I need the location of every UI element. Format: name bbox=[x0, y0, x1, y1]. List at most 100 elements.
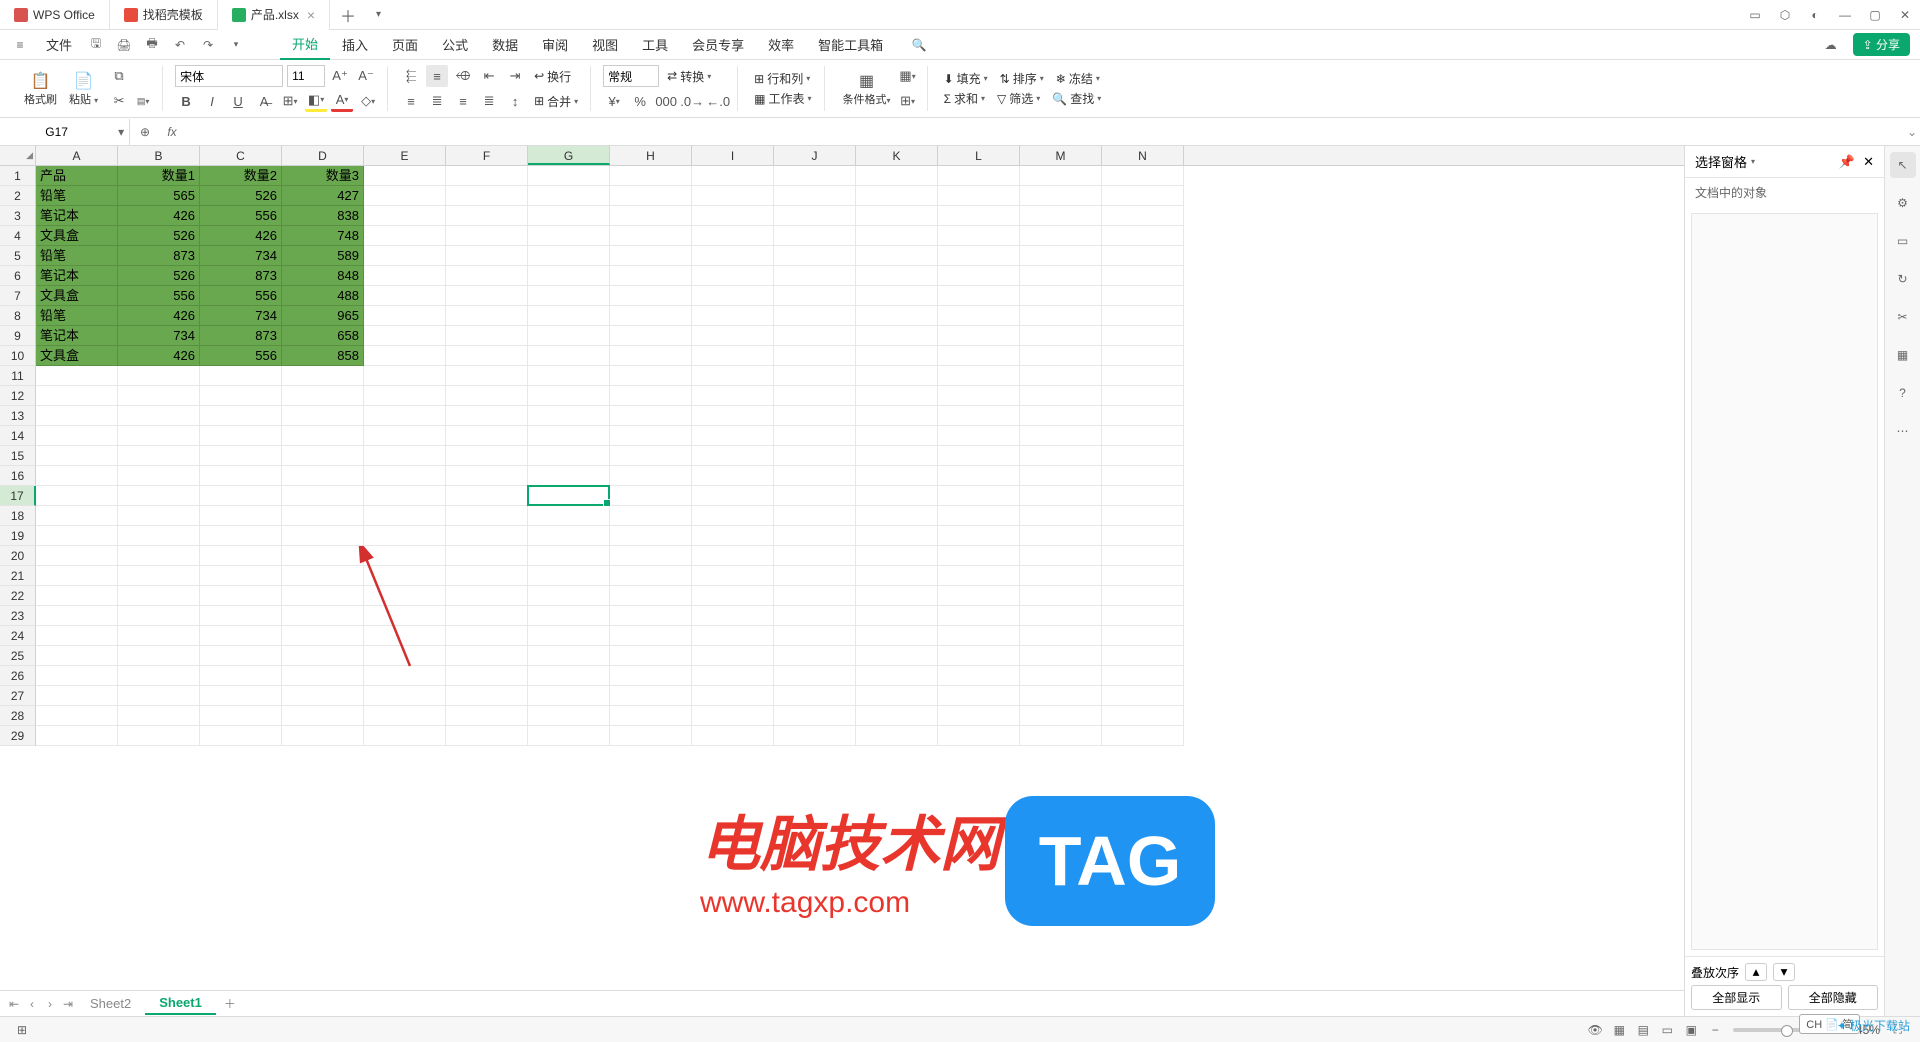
underline-icon[interactable]: U bbox=[227, 90, 249, 112]
cell-N15[interactable] bbox=[1102, 446, 1184, 466]
cell-A9[interactable]: 笔记本 bbox=[36, 326, 118, 346]
move-down-button[interactable]: ▾ bbox=[1773, 963, 1795, 981]
cell-F15[interactable] bbox=[446, 446, 528, 466]
cell-F14[interactable] bbox=[446, 426, 528, 446]
cell-M11[interactable] bbox=[1020, 366, 1102, 386]
rail-layout-icon[interactable]: ▭ bbox=[1890, 228, 1916, 254]
cell-I20[interactable] bbox=[692, 546, 774, 566]
cell-H18[interactable] bbox=[610, 506, 692, 526]
cut-icon[interactable]: ✂ bbox=[108, 90, 130, 112]
cell-N7[interactable] bbox=[1102, 286, 1184, 306]
cell-G16[interactable] bbox=[528, 466, 610, 486]
cell-N17[interactable] bbox=[1102, 486, 1184, 506]
cell-C28[interactable] bbox=[200, 706, 282, 726]
row-header-12[interactable]: 12 bbox=[0, 386, 36, 406]
cell-L22[interactable] bbox=[938, 586, 1020, 606]
cell-F9[interactable] bbox=[446, 326, 528, 346]
cell-D12[interactable] bbox=[282, 386, 364, 406]
cell-D29[interactable] bbox=[282, 726, 364, 746]
cell-I25[interactable] bbox=[692, 646, 774, 666]
cell-F7[interactable] bbox=[446, 286, 528, 306]
cell-F11[interactable] bbox=[446, 366, 528, 386]
cell-F6[interactable] bbox=[446, 266, 528, 286]
status-indicator-icon[interactable]: ⊞ bbox=[10, 1020, 34, 1040]
hide-all-button[interactable]: 全部隐藏 bbox=[1788, 985, 1879, 1010]
col-header-E[interactable]: E bbox=[364, 146, 446, 165]
cell-M5[interactable] bbox=[1020, 246, 1102, 266]
cell-J18[interactable] bbox=[774, 506, 856, 526]
cell-A6[interactable]: 笔记本 bbox=[36, 266, 118, 286]
cell-E4[interactable] bbox=[364, 226, 446, 246]
cell-N22[interactable] bbox=[1102, 586, 1184, 606]
cell-L4[interactable] bbox=[938, 226, 1020, 246]
cell-L20[interactable] bbox=[938, 546, 1020, 566]
cell-F12[interactable] bbox=[446, 386, 528, 406]
col-header-N[interactable]: N bbox=[1102, 146, 1184, 165]
cell-H24[interactable] bbox=[610, 626, 692, 646]
cell-A28[interactable] bbox=[36, 706, 118, 726]
formula-input[interactable] bbox=[184, 119, 1904, 145]
clipboard-dropdown[interactable]: ▤▾ bbox=[132, 90, 154, 112]
cell-C4[interactable]: 426 bbox=[200, 226, 282, 246]
row-header-8[interactable]: 8 bbox=[0, 306, 36, 326]
cell-D15[interactable] bbox=[282, 446, 364, 466]
cell-N18[interactable] bbox=[1102, 506, 1184, 526]
cell-M23[interactable] bbox=[1020, 606, 1102, 626]
cell-C23[interactable] bbox=[200, 606, 282, 626]
cell-C12[interactable] bbox=[200, 386, 282, 406]
cell-F8[interactable] bbox=[446, 306, 528, 326]
cell-L2[interactable] bbox=[938, 186, 1020, 206]
align-left-icon[interactable]: ≡ bbox=[400, 90, 422, 112]
cell-K20[interactable] bbox=[856, 546, 938, 566]
cell-I21[interactable] bbox=[692, 566, 774, 586]
cell-G25[interactable] bbox=[528, 646, 610, 666]
cell-N9[interactable] bbox=[1102, 326, 1184, 346]
zoom-out-icon[interactable]: − bbox=[1703, 1020, 1727, 1040]
cell-F25[interactable] bbox=[446, 646, 528, 666]
cell-M10[interactable] bbox=[1020, 346, 1102, 366]
cell-D8[interactable]: 965 bbox=[282, 306, 364, 326]
cell-F2[interactable] bbox=[446, 186, 528, 206]
row-header-23[interactable]: 23 bbox=[0, 606, 36, 626]
cell-E10[interactable] bbox=[364, 346, 446, 366]
col-header-K[interactable]: K bbox=[856, 146, 938, 165]
undo-icon[interactable]: ↶ bbox=[168, 33, 192, 57]
cell-H4[interactable] bbox=[610, 226, 692, 246]
cell-N14[interactable] bbox=[1102, 426, 1184, 446]
cell-M4[interactable] bbox=[1020, 226, 1102, 246]
row-header-6[interactable]: 6 bbox=[0, 266, 36, 286]
cell-J5[interactable] bbox=[774, 246, 856, 266]
cell-F19[interactable] bbox=[446, 526, 528, 546]
row-header-10[interactable]: 10 bbox=[0, 346, 36, 366]
cell-I28[interactable] bbox=[692, 706, 774, 726]
cell-G20[interactable] bbox=[528, 546, 610, 566]
cell-J12[interactable] bbox=[774, 386, 856, 406]
col-header-L[interactable]: L bbox=[938, 146, 1020, 165]
cell-B29[interactable] bbox=[118, 726, 200, 746]
cell-B24[interactable] bbox=[118, 626, 200, 646]
paste-button[interactable]: 📄粘贴 ▾ bbox=[63, 69, 104, 109]
cell-N28[interactable] bbox=[1102, 706, 1184, 726]
cell-I6[interactable] bbox=[692, 266, 774, 286]
cell-J24[interactable] bbox=[774, 626, 856, 646]
cell-M14[interactable] bbox=[1020, 426, 1102, 446]
cell-E22[interactable] bbox=[364, 586, 446, 606]
rail-table-icon[interactable]: ▦ bbox=[1890, 342, 1916, 368]
cell-A1[interactable]: 产品 bbox=[36, 166, 118, 186]
cell-C8[interactable]: 734 bbox=[200, 306, 282, 326]
cell-C21[interactable] bbox=[200, 566, 282, 586]
cell-J26[interactable] bbox=[774, 666, 856, 686]
cell-N5[interactable] bbox=[1102, 246, 1184, 266]
cell-J19[interactable] bbox=[774, 526, 856, 546]
cell-J22[interactable] bbox=[774, 586, 856, 606]
cell-I12[interactable] bbox=[692, 386, 774, 406]
cell-B7[interactable]: 556 bbox=[118, 286, 200, 306]
cell-E26[interactable] bbox=[364, 666, 446, 686]
cell-C10[interactable]: 556 bbox=[200, 346, 282, 366]
cell-G2[interactable] bbox=[528, 186, 610, 206]
cell-L15[interactable] bbox=[938, 446, 1020, 466]
cell-D20[interactable] bbox=[282, 546, 364, 566]
cell-M18[interactable] bbox=[1020, 506, 1102, 526]
cell-D5[interactable]: 589 bbox=[282, 246, 364, 266]
cell-D1[interactable]: 数量3 bbox=[282, 166, 364, 186]
